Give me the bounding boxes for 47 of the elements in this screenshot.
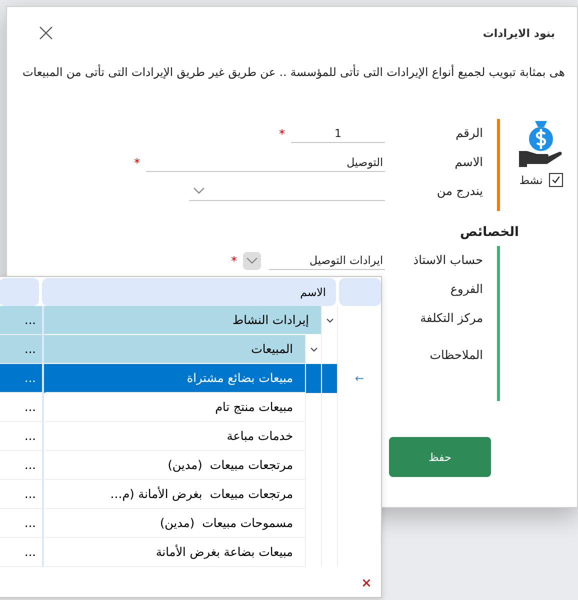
tree-item[interactable]: مرتجعات مبيعات (مدين) [42, 451, 337, 480]
save-button[interactable]: حفظ [389, 437, 491, 477]
ellipsis-button[interactable]: ... [0, 538, 42, 567]
field-label: الفروع [449, 281, 483, 298]
tree-item[interactable]: مرتجعات مبيعات بغرض الأمانة (م… [42, 480, 337, 509]
expand-chevron-icon[interactable] [310, 346, 318, 352]
chevron-icon [193, 187, 205, 195]
expand-chevron-icon[interactable] [326, 318, 334, 324]
tree-item[interactable]: المبيعات [44, 335, 305, 364]
ellipsis-button[interactable]: ... [0, 306, 42, 335]
money-hand-icon [517, 119, 565, 167]
ellipsis-button[interactable]: ... [0, 393, 42, 422]
row-indicator: ← [354, 372, 364, 385]
field-label: الرقم [454, 125, 483, 142]
tree-item[interactable]: خدمات مباعة [42, 422, 337, 451]
tree-item[interactable]: مسموحات مبيعات (مدين) [42, 509, 337, 538]
chevron-icon [246, 256, 258, 264]
dialog-title: بنود الايرادات [482, 26, 555, 40]
field-label: حساب الاستاذ [412, 252, 483, 269]
ellipsis-button[interactable]: ... [0, 480, 42, 509]
tree-item[interactable]: مبيعات منتج تام [42, 393, 337, 422]
field-label: مركز التكلفة [419, 310, 483, 327]
checkbox-label: نشط [519, 174, 543, 186]
tree-item[interactable]: مبيعات بضائع مشتراة [42, 364, 337, 393]
close-icon[interactable] [39, 26, 53, 40]
field-label: يندرج من [436, 183, 483, 200]
ellipsis-button[interactable]: ... [0, 422, 42, 451]
ellipsis-button[interactable]: ... [0, 335, 42, 364]
section-title: الخصائص [458, 225, 519, 240]
active-checkbox[interactable] [548, 173, 563, 187]
field-label: الاسم [454, 154, 483, 171]
description-text: هى بمثابة تبويب لجميع أنواع الإيرادات التى تأتى للمؤسسة .. عن طريق غير طريق الإيرادات التى تأتى من المبيعات [22, 65, 565, 79]
ellipsis-button[interactable]: ... [0, 451, 42, 480]
table-header-cell: الاسم [42, 278, 336, 306]
table-header-cell [0, 278, 39, 306]
tree-item[interactable]: مبيعات بضاعة بغرض الأمانة [42, 538, 337, 567]
tree-item[interactable]: إيرادات النشاط [44, 306, 321, 335]
clear-button[interactable]: × [361, 576, 372, 591]
dropdown-button[interactable] [243, 252, 261, 270]
table-header-cell [339, 278, 381, 306]
required-mark: * [231, 254, 237, 268]
required-mark: * [134, 156, 140, 170]
field-label: الملاحظات [428, 347, 483, 364]
ellipsis-button[interactable]: ... [0, 509, 42, 538]
required-mark: * [279, 126, 285, 140]
check-icon [550, 175, 561, 185]
ellipsis-button[interactable]: ... [0, 364, 42, 393]
